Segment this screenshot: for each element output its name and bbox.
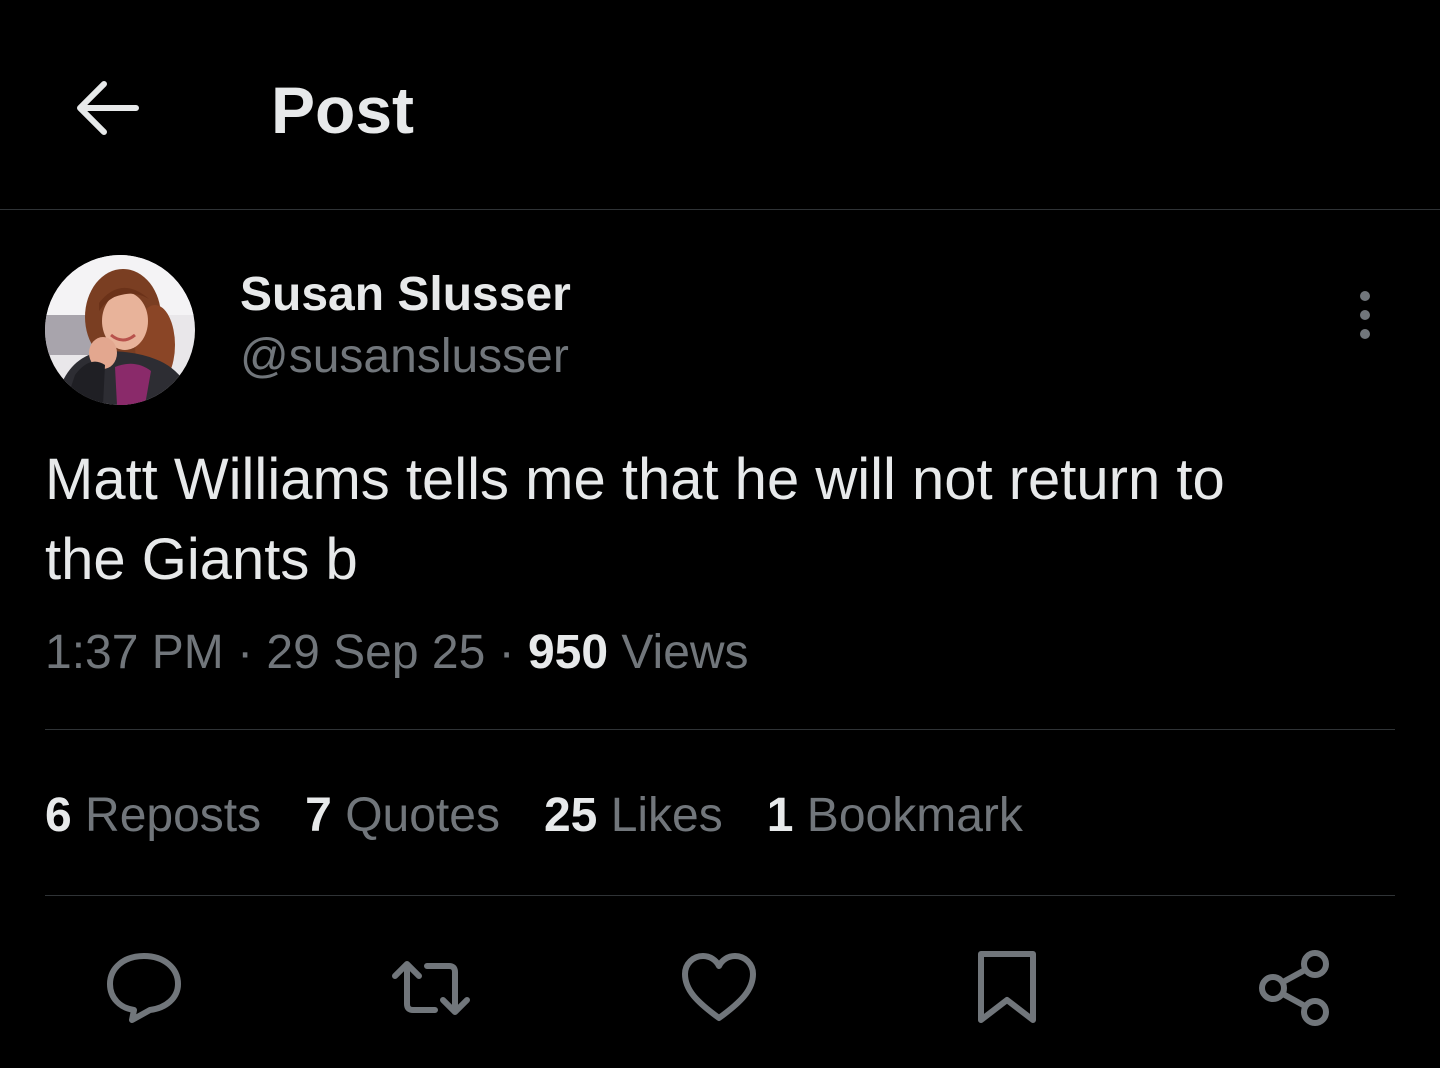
views-label: Views xyxy=(621,626,749,679)
share-icon xyxy=(1259,950,1329,1026)
repost-icon xyxy=(392,961,470,1015)
quotes-stat[interactable]: 7 Quotes xyxy=(305,786,500,846)
post-time[interactable]: 1:37 PM xyxy=(45,626,224,679)
post-meta: 1:37 PM · 29 Sep 25 · 950 Views xyxy=(45,622,749,684)
divider xyxy=(45,729,1395,730)
avatar[interactable] xyxy=(45,255,195,405)
bookmarks-label: Bookmark xyxy=(806,789,1023,842)
meta-separator: · xyxy=(223,626,267,679)
bookmark-icon xyxy=(978,951,1036,1023)
top-bar: Post xyxy=(0,0,1440,209)
post-text: Matt Williams tells me that he will not … xyxy=(45,447,1225,592)
reposts-label: Reposts xyxy=(85,789,262,842)
reply-button[interactable] xyxy=(102,946,186,1030)
like-button[interactable] xyxy=(677,946,761,1030)
post-date[interactable]: 29 Sep 25 xyxy=(266,626,485,679)
bookmarks-count: 1 xyxy=(766,789,794,842)
divider xyxy=(45,895,1395,896)
arrow-left-icon xyxy=(77,81,139,135)
repost-button[interactable] xyxy=(389,946,473,1030)
reposts-count: 6 xyxy=(45,789,72,842)
author-handle[interactable]: @susanslusser xyxy=(240,328,569,386)
reposts-stat[interactable]: 6 Reposts xyxy=(45,786,261,846)
views-count: 950 xyxy=(527,626,609,679)
page-title: Post xyxy=(271,73,415,147)
engagement-stats: 6 Reposts 7 Quotes 25 Likes 1 Bookmark xyxy=(45,786,1067,846)
action-bar xyxy=(0,946,1440,1030)
profile-photo xyxy=(45,255,195,405)
header-divider xyxy=(0,209,1440,210)
more-options-button[interactable] xyxy=(1345,288,1385,342)
likes-label: Likes xyxy=(610,789,723,842)
meta-separator: · xyxy=(485,626,528,679)
author-name[interactable]: Susan Slusser xyxy=(240,266,571,324)
likes-stat[interactable]: 25 Likes xyxy=(544,786,723,846)
more-vertical-icon xyxy=(1360,291,1370,339)
like-icon xyxy=(682,953,756,1021)
reply-icon xyxy=(107,953,181,1023)
share-button[interactable] xyxy=(1253,946,1337,1030)
quotes-label: Quotes xyxy=(345,789,500,842)
quotes-count: 7 xyxy=(305,789,332,842)
likes-count: 25 xyxy=(543,789,598,842)
bookmarks-stat[interactable]: 1 Bookmark xyxy=(767,786,1023,846)
bookmark-button[interactable] xyxy=(965,946,1049,1030)
back-button[interactable] xyxy=(70,72,142,144)
